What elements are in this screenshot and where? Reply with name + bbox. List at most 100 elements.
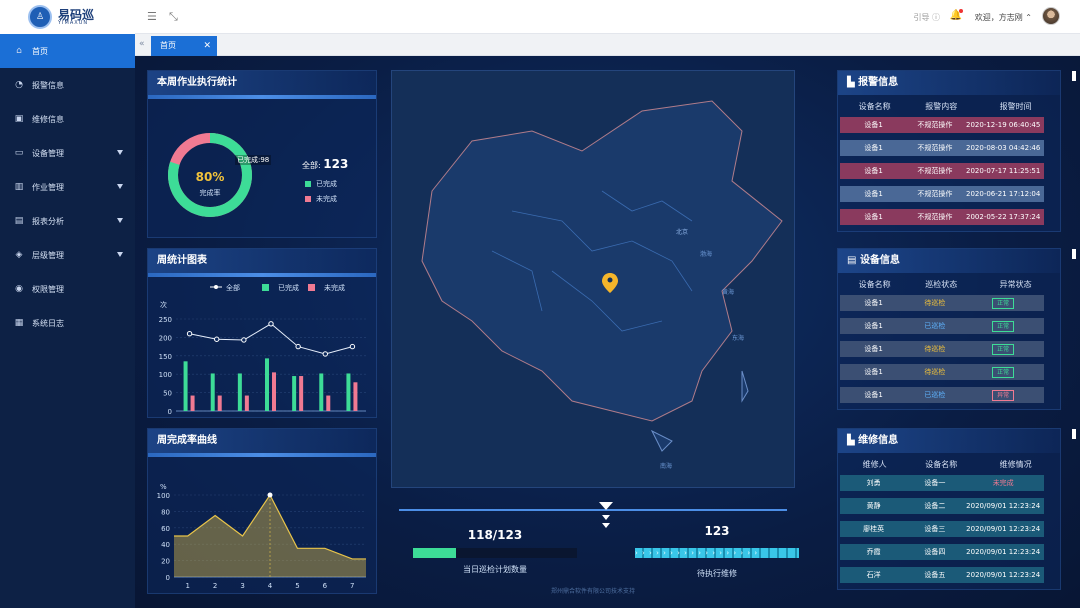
wrench-icon: ▣	[14, 114, 24, 124]
column-header: 维修人	[862, 460, 887, 469]
table-row[interactable]: 设备1 不规范操作 2020-06-21 17:12:04	[840, 186, 1044, 202]
topbar: ☰ ⤡ 引导 ⓘ 🔔 欢迎，方志刚 ⌃	[135, 0, 1080, 34]
table-row[interactable]: 设备1 不规范操作 2020-08-03 04:42:46	[840, 140, 1044, 156]
cell-text: 未完成	[992, 479, 1014, 487]
table-cell: 设备1	[840, 166, 907, 176]
table-row[interactable]: 设备1 不规范操作 2020-12-19 06:40:45	[840, 117, 1044, 133]
table-row[interactable]: 设备1 已巡检 正常	[840, 318, 1044, 334]
table-row[interactable]: 设备1 待巡检 正常	[840, 341, 1044, 357]
device-icon: ▭	[14, 148, 24, 158]
cell-text: 不规范操作	[917, 190, 953, 198]
sidebar-item-label: 层级管理	[32, 250, 64, 260]
map-label-huanghai: 黄海	[722, 289, 735, 296]
table-row[interactable]: 黄静 设备二 2020/09/01 12:23:24	[840, 498, 1044, 514]
x-tick-label: 6	[323, 582, 328, 590]
device-icon: ▤	[847, 255, 860, 266]
total-line	[189, 323, 353, 355]
plan-label: 当日巡检计划数量	[463, 565, 527, 574]
sidebar-item[interactable]: ◔ 报警信息	[0, 68, 135, 102]
sidebar-item-label: 设备管理	[32, 148, 64, 158]
sidebar-item[interactable]: ▥ 作业管理	[0, 170, 135, 204]
sidebar-item[interactable]: ◈ 层级管理	[0, 238, 135, 272]
bar	[346, 373, 351, 411]
sidebar-item[interactable]: ▭ 设备管理	[0, 136, 135, 170]
home-icon: ⌂	[16, 46, 22, 56]
table-cell: 正常	[962, 343, 1044, 355]
table-cell: 2020/09/01 12:23:24	[962, 571, 1044, 579]
cell-text: 已巡检	[924, 391, 946, 399]
table-cell: 2002-05-22 17:37:24	[962, 213, 1044, 221]
cell-text: 黄静	[866, 502, 881, 510]
table-row[interactable]: 乔霞 设备四 2020/09/01 12:23:24	[840, 544, 1044, 560]
legend-marker	[214, 285, 218, 289]
table-row[interactable]: 廖桂英 设备三 2020/09/01 12:23:24	[840, 521, 1044, 537]
avatar[interactable]	[1042, 7, 1060, 25]
table-cell: 廖桂英	[840, 524, 907, 534]
table-row[interactable]: 石洋 设备五 2020/09/01 12:23:24	[840, 567, 1044, 583]
table-cell: 刘勇	[840, 478, 907, 488]
close-icon[interactable]: ✕	[203, 36, 211, 56]
y-tick-label: 60	[161, 525, 170, 533]
bar	[237, 373, 242, 411]
bar	[265, 358, 269, 411]
tab-home-label: 首页	[160, 41, 176, 50]
sidebar-item[interactable]: ◉ 权限管理	[0, 272, 135, 306]
x-tick-label: 5	[295, 582, 299, 590]
cell-text: 待巡检	[924, 368, 946, 376]
table-row[interactable]: 设备1 待巡检 正常	[840, 364, 1044, 380]
scrollbar[interactable]	[1072, 71, 1076, 81]
cell-text: 石洋	[866, 571, 881, 579]
table-row[interactable]: 设备1 已巡检 异常	[840, 387, 1044, 403]
x-tick-label: 7	[350, 416, 354, 417]
table-cell: 设备1	[840, 189, 907, 199]
table-cell: 已巡检	[907, 390, 962, 400]
guide-link[interactable]: 引导 ⓘ	[913, 12, 940, 23]
table-row[interactable]: 设备1 不规范操作 2020-07-17 11:25:51	[840, 163, 1044, 179]
sidebar-item-label: 权限管理	[32, 284, 64, 294]
cell-text: 设备1	[864, 167, 883, 175]
line-point	[214, 336, 220, 342]
scrollbar[interactable]	[1072, 429, 1076, 439]
column-header: 维修情况	[999, 460, 1032, 469]
table-cell: 待巡检	[907, 344, 962, 354]
table-cell: 乔霞	[840, 547, 907, 557]
x-tick-label: 1	[185, 582, 189, 590]
table-row[interactable]: 设备1 待巡检 正常	[840, 295, 1044, 311]
cell-text: 2020-08-03 04:42:46	[966, 144, 1041, 152]
line-point	[268, 321, 274, 327]
sidebar-item[interactable]: ▦ 系统日志	[0, 306, 135, 340]
y-tick-label: 40	[161, 541, 170, 549]
legend-undone: 未完成	[305, 194, 337, 204]
sidebar-item[interactable]: ▤ 报表分析	[0, 204, 135, 238]
table-row[interactable]: 刘勇 设备一 未完成	[840, 475, 1044, 491]
sidebar: ♙ 易码巡 YIMAXUN ⌂ 首页 ◔ 报警信息 ▣ 维修信息 ▭ 设备管理 ▥ 作业管理 ▤ 报表…	[0, 0, 135, 608]
menu-toggle-icon[interactable]: ☰	[147, 10, 157, 23]
x-tick-label: 1	[187, 416, 191, 417]
table-cell: 设备1	[840, 344, 907, 354]
table-cell: 不规范操作	[907, 189, 962, 199]
double-chevron-left-icon[interactable]: «	[139, 39, 145, 49]
china-map[interactable]: 北京 渤海 黄海 东海 南海	[391, 70, 795, 488]
sidebar-item[interactable]: ⌂ 首页	[0, 34, 135, 68]
sidebar-item-label: 维修信息	[32, 114, 64, 124]
legend-swatch	[305, 196, 311, 202]
map-label-donghai: 东海	[732, 335, 745, 342]
y-tick-label: 0	[166, 574, 170, 582]
log-icon: ▦	[14, 318, 24, 328]
line-point	[186, 331, 193, 337]
user-welcome[interactable]: 欢迎，方志刚 ⌃	[975, 12, 1032, 23]
panel-title: ▙ 维修信息	[838, 429, 1060, 453]
repair-value: 123	[704, 524, 730, 538]
sidebar-item-label: 报表分析	[32, 216, 64, 226]
sidebar-item[interactable]: ▣ 维修信息	[0, 102, 135, 136]
scrollbar[interactable]	[1072, 249, 1076, 259]
legend-swatch	[305, 181, 311, 187]
cell-text: 2020-07-17 11:25:51	[966, 167, 1041, 175]
table-cell: 正常	[962, 297, 1044, 309]
tab-home[interactable]: 首页 ✕	[151, 36, 217, 56]
fullscreen-icon[interactable]: ⤡	[169, 10, 178, 24]
footer-credit: 郑州鼎合软件有限公司技术支持	[550, 588, 635, 595]
table-row[interactable]: 设备1 不规范操作 2002-05-22 17:37:24	[840, 209, 1044, 225]
cell-text: 设备三	[924, 525, 946, 533]
taiwan-island	[741, 370, 749, 403]
